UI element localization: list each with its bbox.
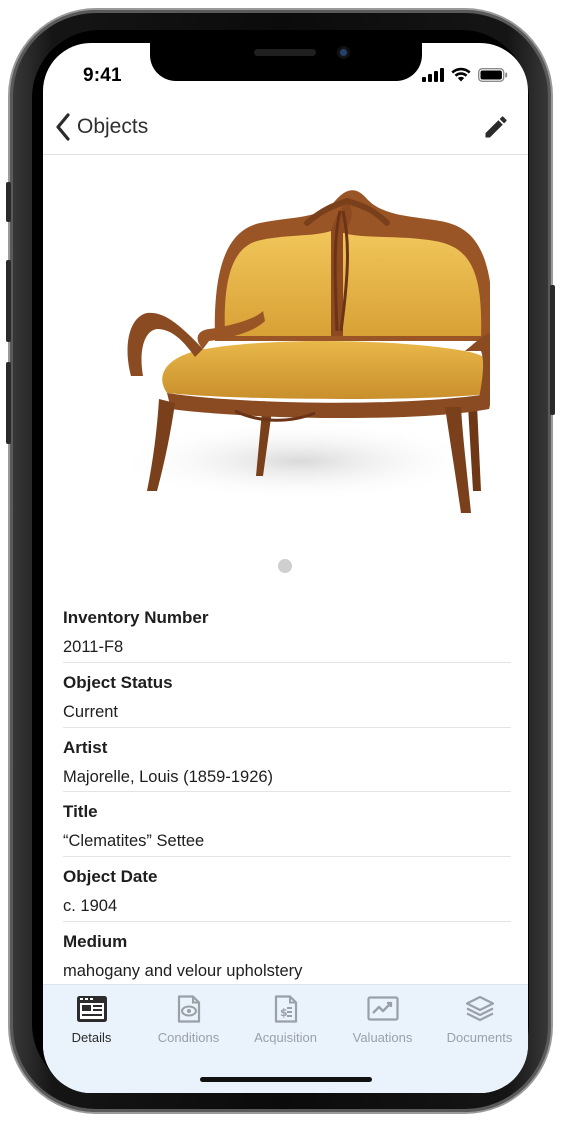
svg-text:$: $	[280, 1006, 288, 1019]
speaker-grille	[254, 49, 316, 56]
field-label: Object Date	[63, 867, 158, 887]
mute-switch	[6, 182, 11, 222]
field-inventory-number: Inventory Number 2011-F8	[63, 598, 511, 663]
front-camera	[337, 46, 350, 59]
field-label: Inventory Number	[63, 608, 209, 627]
back-label: Objects	[77, 115, 149, 138]
volume-down-button	[6, 362, 11, 444]
tab-documents[interactable]: Documents	[431, 995, 528, 1057]
gallery-page-indicator[interactable]	[278, 559, 292, 573]
details-icon	[76, 996, 107, 1022]
field-value: c. 1904	[63, 897, 118, 916]
notch	[150, 43, 422, 81]
documents-icon	[465, 995, 494, 1022]
field-label: Artist	[63, 737, 108, 757]
field-title: Title “Clematites” Settee	[63, 792, 511, 858]
valuations-icon	[366, 996, 399, 1021]
tab-label: Acquisition	[254, 1030, 317, 1045]
pencil-icon	[485, 116, 507, 138]
home-indicator[interactable]	[200, 1077, 372, 1082]
acquisition-icon: $	[274, 995, 297, 1023]
tab-label: Conditions	[157, 1030, 220, 1045]
tab-label: Valuations	[352, 1030, 413, 1045]
object-details-list: Inventory Number 2011-F8 Object Status C…	[63, 598, 511, 987]
field-value: Current	[63, 702, 119, 721]
field-value: “Clematites” Settee	[63, 832, 205, 851]
field-label: Medium	[63, 931, 128, 951]
signal-icon	[422, 67, 444, 82]
tab-conditions[interactable]: Conditions	[140, 995, 237, 1057]
status-icons	[422, 67, 508, 82]
field-object-date: Object Date c. 1904	[63, 857, 511, 922]
chevron-left-icon	[56, 113, 70, 141]
tab-acquisition[interactable]: $ Acquisition	[237, 995, 334, 1057]
field-value: mahogany and velour upholstery	[63, 961, 303, 980]
tab-label: Details	[71, 1030, 112, 1045]
tab-bar: Details Conditions $ Acquisition Valuati…	[43, 984, 528, 1093]
tab-valuations[interactable]: Valuations	[334, 995, 431, 1057]
tab-label: Documents	[446, 1030, 513, 1045]
power-button	[550, 285, 555, 415]
field-medium: Medium mahogany and velour upholstery	[63, 922, 511, 987]
field-label: Title	[63, 802, 98, 822]
volume-up-button	[6, 260, 11, 342]
tab-details[interactable]: Details	[43, 995, 140, 1057]
navigation-bar: Objects	[43, 99, 528, 155]
edit-button[interactable]	[482, 113, 510, 141]
field-value: Majorelle, Louis (1859-1926)	[63, 767, 274, 786]
app-screen: 9:41 Objects Inventory Number 2011-F8 Ob…	[43, 43, 528, 1093]
field-label: Object Status	[63, 672, 173, 692]
wifi-icon	[451, 67, 471, 82]
battery-icon	[478, 67, 508, 82]
field-value: 2011-F8	[63, 638, 124, 656]
status-time: 9:41	[83, 65, 122, 86]
field-artist: Artist Majorelle, Louis (1859-1926)	[63, 728, 511, 793]
status-bar: 9:41	[43, 43, 528, 99]
settee-photo[interactable]	[85, 161, 490, 541]
field-object-status: Object Status Current	[63, 663, 511, 728]
conditions-icon	[177, 995, 200, 1023]
back-button[interactable]: Objects	[55, 111, 148, 143]
